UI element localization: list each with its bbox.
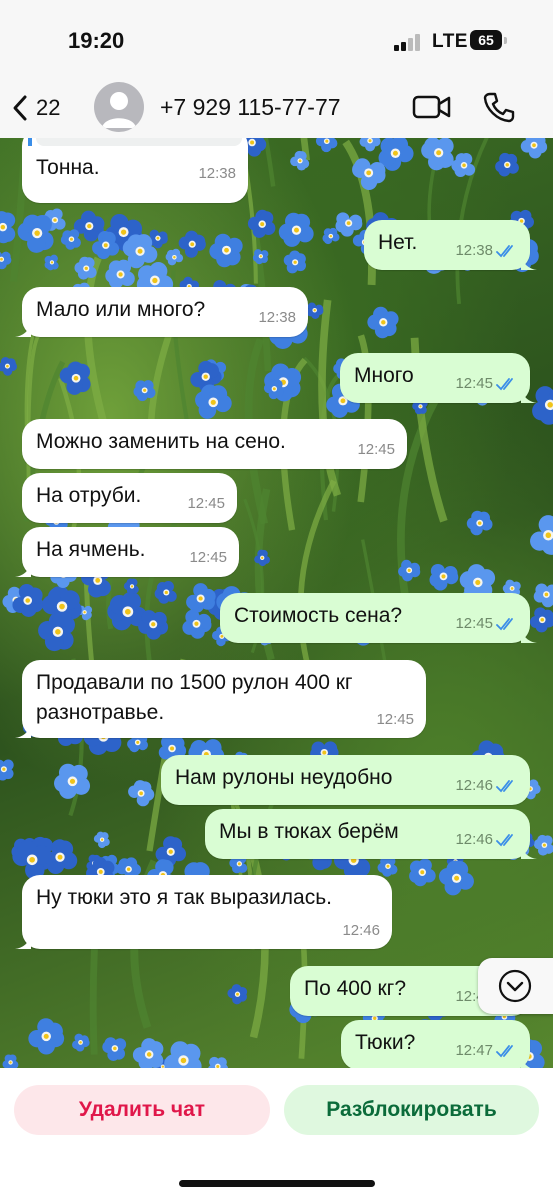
message-outgoing[interactable]: Нет. 12:38 bbox=[364, 220, 537, 270]
chevron-left-icon bbox=[13, 95, 27, 121]
contact-name[interactable]: +7 929 115-77-77 bbox=[160, 94, 341, 121]
message-text: Мы в тюках берём bbox=[219, 820, 399, 843]
bubble-tail bbox=[521, 389, 537, 403]
bubble-tail bbox=[521, 1056, 531, 1068]
message-time: 12:45 bbox=[357, 441, 395, 458]
status-bar: 19:20 LTE 65 bbox=[0, 0, 553, 80]
phone-icon bbox=[483, 92, 515, 123]
blocked-contact-actions: Удалить чат Разблокировать bbox=[0, 1068, 553, 1200]
read-ticks-icon bbox=[496, 377, 513, 390]
message-text: Можно заменить на сено. bbox=[36, 430, 286, 453]
bubble-tail bbox=[521, 845, 537, 859]
message-time: 12:45 bbox=[376, 711, 414, 728]
message-text: Тонна. bbox=[36, 156, 100, 179]
scroll-to-bottom-button[interactable] bbox=[478, 958, 553, 1014]
clock: 19:20 bbox=[68, 28, 125, 53]
message-text: Стоимость сена? bbox=[234, 604, 403, 627]
message-outgoing[interactable]: Стоимость сена? 12:45 bbox=[220, 593, 537, 643]
avatar[interactable] bbox=[94, 82, 144, 132]
message-text: Продавали по 1500 рулон 400 кг разнотрав… bbox=[36, 671, 353, 724]
video-call-button[interactable] bbox=[412, 92, 452, 122]
video-camera-icon bbox=[412, 95, 451, 119]
message-time: 12:45 bbox=[455, 615, 518, 632]
message-outgoing[interactable]: Много 12:45 bbox=[340, 353, 537, 403]
message-outgoing[interactable]: Мы в тюках берём 12:46 bbox=[205, 809, 537, 859]
message-time: 12:46 bbox=[455, 831, 518, 848]
message-incoming[interactable]: Можно заменить на сено. 12:45 bbox=[22, 419, 407, 469]
network-type: LTE bbox=[432, 31, 468, 52]
message-incoming[interactable]: На ячмень. 12:45 bbox=[15, 527, 239, 577]
bubble-tail bbox=[521, 629, 537, 643]
message-incoming[interactable]: Мало или много? 12:38 bbox=[15, 287, 308, 337]
delete-chat-button[interactable]: Удалить чат bbox=[14, 1085, 270, 1135]
message-time: 12:38 bbox=[258, 309, 296, 326]
voice-call-button[interactable] bbox=[482, 90, 516, 124]
message-outgoing[interactable]: Нам рулоны неудобно 12:46 bbox=[161, 755, 530, 805]
bubble-tail bbox=[521, 256, 537, 270]
message-time: 12:46 bbox=[342, 922, 380, 939]
message-text: Ну тюки это я так выразилась. bbox=[36, 886, 332, 909]
message-time: 12:45 bbox=[455, 375, 518, 392]
message-list[interactable]: Тонна. 12:38 Нет. 12:38 Мало или много? … bbox=[0, 138, 553, 1068]
unread-count: 22 bbox=[36, 95, 61, 120]
message-text: Нет. bbox=[378, 231, 418, 254]
message-text: На отруби. bbox=[36, 484, 142, 507]
message-incoming[interactable]: Ну тюки это я так выразилась. 12:46 bbox=[15, 875, 392, 949]
cellular-signal-icon bbox=[394, 33, 422, 51]
message-text: Нам рулоны неудобно bbox=[175, 766, 393, 789]
read-ticks-icon bbox=[496, 617, 513, 630]
message-time: 12:45 bbox=[189, 549, 227, 566]
message-time: 12:38 bbox=[198, 165, 236, 182]
person-icon bbox=[102, 92, 136, 128]
message-text: Тюки? bbox=[355, 1031, 416, 1054]
bubble-tail bbox=[15, 563, 31, 577]
bubble-tail bbox=[15, 323, 31, 337]
message-time: 12:45 bbox=[187, 495, 225, 512]
bubble-tail bbox=[15, 724, 31, 738]
message-text: На ячмень. bbox=[36, 538, 146, 561]
message-text: По 400 кг? bbox=[304, 977, 407, 1000]
read-ticks-icon bbox=[496, 244, 513, 257]
message-text: Много bbox=[354, 364, 414, 387]
unblock-button[interactable]: Разблокировать bbox=[284, 1085, 539, 1135]
read-ticks-icon bbox=[496, 1044, 513, 1057]
chevron-down-circle-icon bbox=[498, 969, 532, 1003]
bubble-tail bbox=[15, 935, 31, 949]
message-time: 12:47 bbox=[455, 1042, 518, 1059]
battery-tip bbox=[504, 37, 507, 44]
battery-icon: 65 bbox=[470, 30, 502, 50]
chat-header: 22 +7 929 115-77-77 bbox=[0, 80, 553, 139]
back-button[interactable]: 22 bbox=[10, 88, 60, 128]
home-indicator[interactable] bbox=[179, 1180, 375, 1187]
message-incoming[interactable]: Тонна. 12:38 bbox=[22, 138, 248, 203]
message-text: Мало или много? bbox=[36, 298, 206, 321]
read-ticks-icon bbox=[496, 833, 513, 846]
read-ticks-icon bbox=[496, 779, 513, 792]
message-time: 12:46 bbox=[455, 777, 518, 794]
message-incoming[interactable]: Продавали по 1500 рулон 400 кг разнотрав… bbox=[15, 660, 426, 738]
message-time: 12:38 bbox=[455, 242, 518, 259]
message-outgoing[interactable]: Тюки? 12:47 bbox=[341, 1020, 531, 1068]
message-incoming[interactable]: На отруби. 12:45 bbox=[22, 473, 237, 523]
